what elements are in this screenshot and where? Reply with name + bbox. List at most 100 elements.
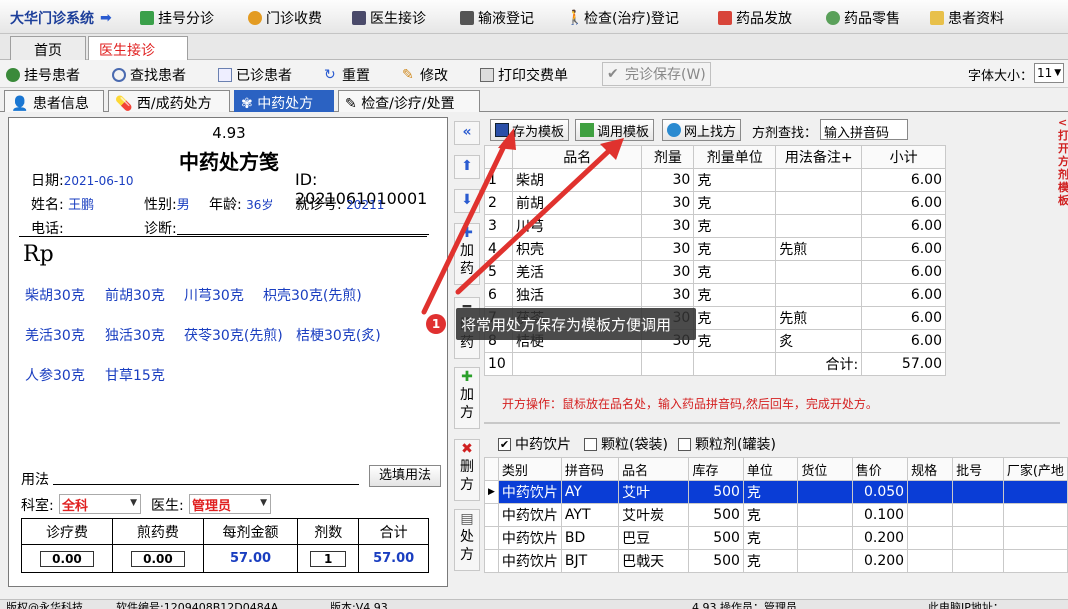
tab-western-rx[interactable]: 💊 西/成药处方 — [108, 90, 230, 112]
nav-billing[interactable]: 门诊收费 — [248, 8, 322, 28]
move-down-icon[interactable]: ⬇ — [454, 189, 480, 213]
dept-select[interactable]: 全科 ▼ — [59, 494, 141, 514]
subtotal-cell[interactable]: 6.00 — [861, 306, 946, 330]
nav-exam[interactable]: 🚶 检查(治疗)登记 — [566, 8, 679, 28]
empty-cell[interactable] — [797, 549, 853, 573]
stock-unit-cell[interactable]: 克 — [742, 480, 799, 504]
unit-cell[interactable]: 克 — [693, 168, 777, 192]
subtotal-cell[interactable]: 6.00 — [861, 283, 946, 307]
empty-cell[interactable] — [1002, 503, 1068, 527]
tab-exam-treatment[interactable]: ✎ 检查/诊疗/处置 — [338, 90, 480, 112]
nav-doctor[interactable]: 医生接诊 — [352, 8, 426, 28]
reset-button[interactable]: ↻ 重置 — [324, 65, 370, 85]
table-row[interactable]: 4 枳壳 30 克先煎 6.00 — [484, 237, 946, 261]
note-cell[interactable] — [775, 191, 863, 215]
stock-name-cell[interactable]: 艾叶 — [618, 480, 690, 504]
empty-cell[interactable] — [952, 480, 1004, 504]
stock-stock-cell[interactable]: 500 — [688, 480, 744, 504]
empty-cell[interactable] — [907, 480, 954, 504]
dose-cell[interactable]: 30 — [641, 168, 695, 192]
empty-cell[interactable] — [797, 526, 853, 550]
dose-cell[interactable]: 30 — [641, 191, 695, 215]
table-row[interactable]: 中药饮片 AYT 艾叶炭 500 克 0.100 — [484, 503, 1068, 527]
print-bill-button[interactable]: 打印交费单 — [480, 65, 568, 85]
subtotal-cell[interactable]: 6.00 — [861, 191, 946, 215]
subtotal-cell[interactable]: 6.00 — [861, 168, 946, 192]
nav-triage[interactable]: 挂号分诊 — [140, 8, 214, 28]
use-template-button[interactable]: 调用模板 — [575, 119, 655, 141]
dose-cell[interactable]: 30 — [641, 283, 695, 307]
unit-cell[interactable]: 克 — [693, 260, 777, 284]
unit-cell[interactable]: 克 — [693, 329, 777, 353]
note-cell[interactable] — [775, 214, 863, 238]
add-herb-button[interactable]: ✚ 加药 — [454, 223, 480, 285]
stock-cat-cell[interactable]: 中药饮片 — [497, 503, 562, 527]
dose-cell[interactable]: 30 — [641, 214, 695, 238]
note-cell[interactable]: 先煎 — [775, 237, 863, 261]
herb-name-cell[interactable]: 羌活 — [511, 260, 643, 284]
nav-patients[interactable]: 患者资料 — [930, 8, 1004, 28]
granule-jar-checkbox[interactable]: 颗粒剂(罐装) — [678, 434, 776, 454]
unit-cell[interactable]: 克 — [693, 306, 777, 330]
rx-search-input[interactable]: 输入拼音码 — [820, 119, 908, 141]
table-row[interactable]: 1 柴胡 30 克 6.00 — [484, 168, 946, 192]
nav-retail[interactable]: 药品零售 — [826, 8, 900, 28]
table-row[interactable]: ▶ 中药饮片 AY 艾叶 500 克 0.050 — [484, 480, 1068, 504]
open-template-link[interactable]: <打开方剂模板 — [1058, 116, 1068, 207]
edit-button[interactable]: ✎ 修改 — [402, 65, 448, 85]
nav-dispense[interactable]: 药品发放 — [718, 8, 792, 28]
collapse-left-icon[interactable]: « — [454, 121, 480, 145]
empty-cell[interactable] — [1002, 549, 1068, 573]
stock-stock-cell[interactable]: 500 — [688, 503, 744, 527]
herb-name-cell[interactable]: 独活 — [511, 283, 643, 307]
add-rx-button[interactable]: ✚ 加方 — [454, 367, 480, 429]
note-cell[interactable]: 先煎 — [775, 306, 863, 330]
stock-py-cell[interactable]: BJT — [560, 549, 620, 573]
note-cell[interactable] — [775, 260, 863, 284]
unit-cell[interactable]: 克 — [693, 237, 777, 261]
herb-pieces-checkbox[interactable]: ✔ 中药饮片 — [498, 434, 571, 454]
stock-price-cell[interactable]: 0.100 — [851, 503, 909, 527]
online-rx-button[interactable]: 网上找方 — [662, 119, 742, 141]
empty-cell[interactable] — [1002, 480, 1068, 504]
usage-line[interactable] — [53, 484, 359, 485]
herb-name-cell[interactable]: 前胡 — [511, 191, 643, 215]
herb-name-cell[interactable]: 川芎 — [511, 214, 643, 238]
delete-rx-button[interactable]: ✖ 删方 — [454, 439, 480, 501]
stock-cat-cell[interactable]: 中药饮片 — [497, 480, 562, 504]
stock-cat-cell[interactable]: 中药饮片 — [497, 549, 562, 573]
stock-unit-cell[interactable]: 克 — [742, 526, 799, 550]
table-row[interactable]: 2 前胡 30 克 6.00 — [484, 191, 946, 215]
empty-cell[interactable] — [952, 526, 1004, 550]
table-row[interactable]: 中药饮片 BJT 巴戟天 500 克 0.200 — [484, 549, 1068, 573]
stock-name-cell[interactable]: 巴豆 — [618, 526, 690, 550]
dose-count-input[interactable]: 1 — [310, 550, 347, 567]
stock-name-cell[interactable]: 巴戟天 — [618, 549, 690, 573]
empty-cell[interactable] — [907, 549, 954, 573]
save-template-button[interactable]: 存为模板 — [490, 119, 570, 141]
subtotal-cell[interactable]: 6.00 — [861, 260, 946, 284]
empty-cell[interactable] — [907, 503, 954, 527]
stock-stock-cell[interactable]: 500 — [688, 526, 744, 550]
decoction-fee-input[interactable]: 0.00 — [130, 550, 185, 567]
table-row[interactable]: 5 羌活 30 克 6.00 — [484, 260, 946, 284]
unit-cell[interactable]: 克 — [693, 191, 777, 215]
tab-chinese-rx[interactable]: ✾ 中药处方 — [234, 90, 334, 112]
nav-infusion[interactable]: 输液登记 — [460, 8, 534, 28]
consult-fee-input[interactable]: 0.00 — [39, 550, 94, 567]
stock-stock-cell[interactable]: 500 — [688, 549, 744, 573]
stock-unit-cell[interactable]: 克 — [742, 549, 799, 573]
finish-save-button[interactable]: ✔ 完诊保存(W) — [602, 62, 711, 86]
table-row[interactable]: 中药饮片 BD 巴豆 500 克 0.200 — [484, 526, 1068, 550]
subtotal-cell[interactable]: 6.00 — [861, 214, 946, 238]
dose-cell[interactable]: 30 — [641, 237, 695, 261]
registered-patients-button[interactable]: 挂号患者 — [6, 65, 80, 85]
stock-name-cell[interactable]: 艾叶炭 — [618, 503, 690, 527]
stock-py-cell[interactable]: AY — [560, 480, 620, 504]
note-cell[interactable]: 炙 — [775, 329, 863, 353]
print-rx-button[interactable]: ▤ 处方 — [454, 509, 480, 571]
dose-cell[interactable]: 30 — [641, 260, 695, 284]
font-size-select[interactable]: 11 ▼ — [1034, 63, 1064, 83]
subtotal-cell[interactable]: 6.00 — [861, 237, 946, 261]
empty-cell[interactable] — [1002, 526, 1068, 550]
